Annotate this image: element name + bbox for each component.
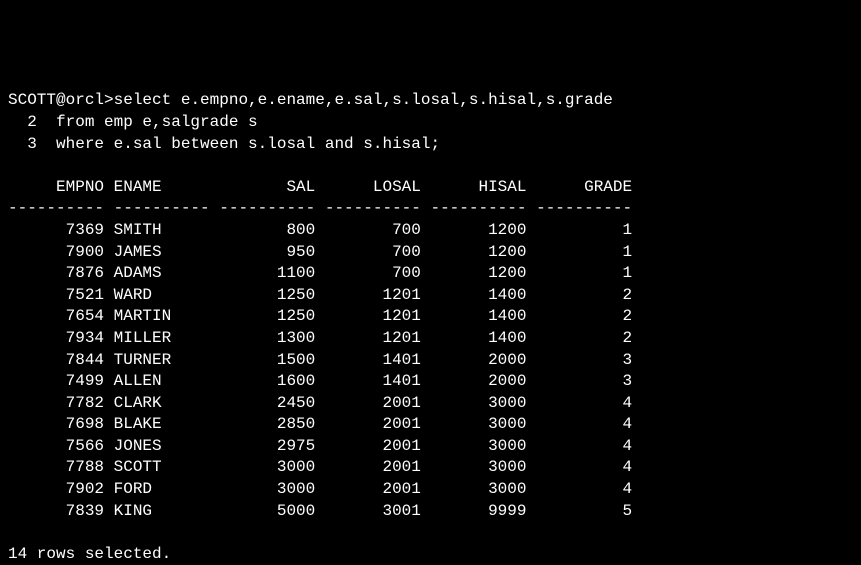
result-header-row: EMPNO ENAME SAL LOSAL HISAL GRADE <box>8 178 632 196</box>
sql-prompt-prefix: SCOTT@orcl> <box>8 91 114 109</box>
sql-statement-line-1: select e.empno,e.ename,e.sal,s.losal,s.h… <box>114 91 613 109</box>
result-separator-row: ---------- ---------- ---------- -------… <box>8 199 632 217</box>
sql-prompt-line-2[interactable]: 2 from emp e,salgrade s <box>8 113 258 131</box>
sql-prompt-line-3[interactable]: 3 where e.sal between s.losal and s.hisa… <box>8 135 440 153</box>
result-rows: 7369 SMITH 800 700 1200 1 7900 JAMES 950… <box>8 221 632 520</box>
sql-prompt-line-1[interactable]: SCOTT@orcl>select e.empno,e.ename,e.sal,… <box>8 91 613 109</box>
rows-selected-footer: 14 rows selected. <box>8 545 171 563</box>
